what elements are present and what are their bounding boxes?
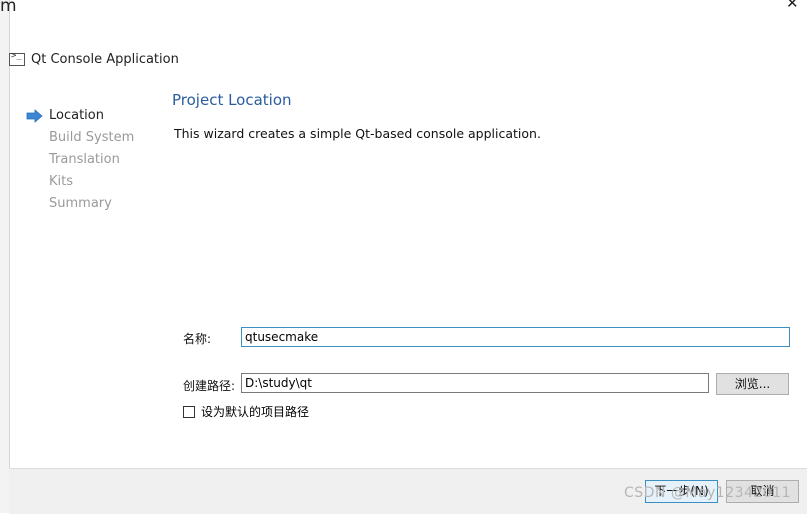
step-location: Location [26,106,134,128]
background-window-fragment: m [0,0,17,16]
default-path-option[interactable]: 设为默认的项目路径 [183,403,309,420]
step-kits: Kits [26,172,134,194]
step-summary: Summary [26,194,134,216]
path-input[interactable]: D:\study\qt [241,373,709,393]
name-input[interactable]: qtusecmake [241,327,790,347]
step-build-system: Build System [26,128,134,150]
close-icon[interactable]: ✕ [786,0,799,12]
wizard-steps: Location Build System Translation Kits S… [26,106,134,216]
default-path-checkbox[interactable] [183,405,195,418]
browse-button[interactable]: 浏览... [716,373,789,395]
page-title: Project Location [172,91,292,109]
window-title-text: Qt Console Application [31,52,179,67]
console-app-icon: >_ [9,51,25,66]
step-label: Summary [49,196,112,211]
watermark: CSDN @May12342011 [624,485,792,501]
step-label: Kits [49,174,74,189]
step-label: Build System [49,130,135,145]
page-description: This wizard creates a simple Qt-based co… [174,126,541,141]
window-title: >_ Qt Console Application [9,51,179,67]
left-window-edge [0,0,10,513]
step-translation: Translation [26,150,134,172]
default-path-checkbox-label[interactable]: 设为默认的项目路径 [201,403,309,420]
path-label: 创建路径: [183,379,236,393]
current-step-arrow-icon [26,109,43,123]
step-label: Translation [49,152,120,167]
name-label: 名称: [183,332,212,346]
step-label: Location [49,108,104,123]
